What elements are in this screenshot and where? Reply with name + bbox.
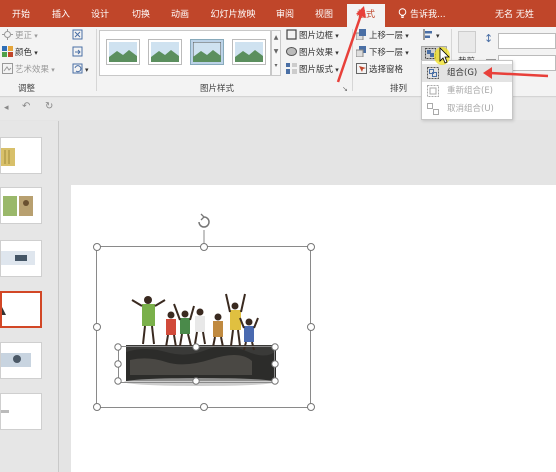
picture-styles-group-label: 图片样式 [200,84,235,94]
corrections-button[interactable]: 更正 ▾ [2,29,38,44]
picture-border-label: 图片边框 [299,31,334,41]
tab-home[interactable]: 开始 [4,0,38,27]
tab-insert[interactable]: 插入 [44,0,78,27]
change-picture-icon [72,46,83,57]
picture-group[interactable] [88,210,328,425]
slide-thumbnail[interactable] [0,342,42,379]
picture-effects-label: 图片效果 [299,48,334,58]
artistic-effects-label: 艺术效果 [15,65,50,75]
picture-border-icon [286,29,297,40]
picture-layout-icon [286,63,297,74]
annotation-arrow-icon [483,67,549,79]
style-thumb-1[interactable] [106,39,140,65]
slide-thumbnail[interactable] [0,393,42,430]
sun-icon [2,29,13,40]
reset-picture-icon [72,63,83,74]
compress-pictures-button[interactable] [72,29,85,44]
style-thumb-4[interactable] [232,39,266,65]
artistic-effects-icon [2,63,13,74]
gallery-scroll[interactable]: ▲ ▼ ▾ [271,30,281,76]
slide-thumbnail[interactable] [0,240,42,277]
style-thumb-3[interactable] [190,39,224,65]
tab-animations[interactable]: 动画 [163,0,197,27]
group-separator [96,29,97,91]
artistic-effects-button[interactable]: 艺术效果 ▾ [2,63,55,78]
rotate-handle-icon[interactable] [198,213,210,228]
annotation-overlay [336,6,549,83]
color-palette-icon [2,46,13,57]
compress-icon [72,29,83,40]
tab-review[interactable]: 审阅 [268,0,302,27]
tab-design[interactable]: 设计 [83,0,117,27]
picture-layout-label: 图片版式 [299,65,334,75]
slide-thumbnail[interactable] [0,137,42,174]
annotation-arrow-icon [336,6,366,83]
picture-style-gallery [99,30,271,76]
redo-icon[interactable]: ↶ [22,101,30,112]
adjust-group-label: 调整 [18,84,36,94]
corrections-label: 更正 [15,31,33,41]
slide-thumbnail[interactable] [0,187,42,224]
slide-thumbnail-current[interactable] [0,291,42,328]
tab-slideshow[interactable]: 幻灯片放映 [205,0,261,27]
reset-picture-button[interactable]: ▾ [72,63,89,78]
refresh-icon[interactable]: ↻ [45,101,53,112]
photo-people-jumping [124,293,276,386]
color-button[interactable]: 颜色 ▾ [2,46,38,61]
slide-thumbnail-panel [0,121,58,472]
picture-effects-icon [286,46,297,57]
style-thumb-2[interactable] [148,39,182,65]
tab-transitions[interactable]: 切换 [124,0,158,27]
change-picture-button[interactable] [72,46,85,61]
undo-icon[interactable]: ◂ [4,103,9,113]
color-label: 颜色 [15,48,33,58]
